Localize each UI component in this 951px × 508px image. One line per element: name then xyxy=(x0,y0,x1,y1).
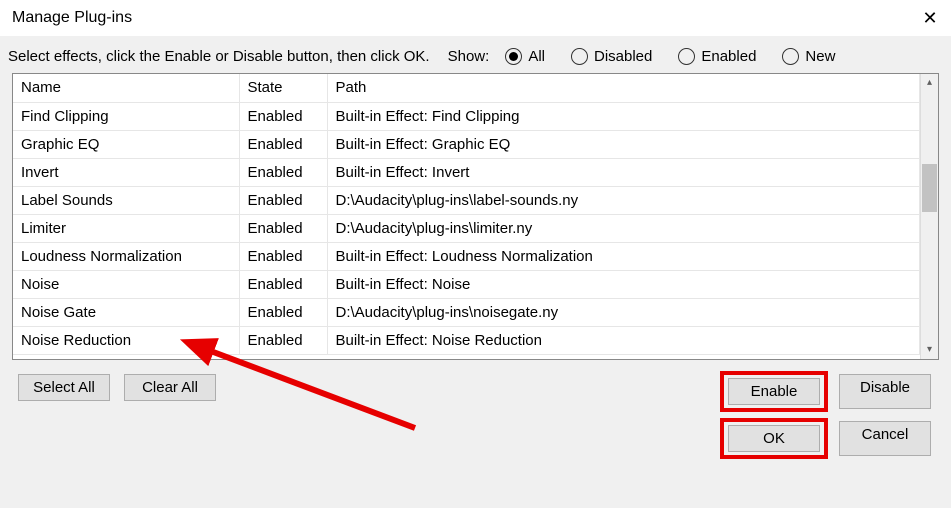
instruction-bar: Select effects, click the Enable or Disa… xyxy=(0,36,951,73)
table-row[interactable]: Loudness NormalizationEnabledBuilt-in Ef… xyxy=(13,242,920,270)
table-row[interactable]: NoiseEnabledBuilt-in Effect: Noise xyxy=(13,270,920,298)
enable-highlight: Enable xyxy=(723,374,825,409)
window-title: Manage Plug-ins xyxy=(12,9,132,27)
ok-highlight: OK xyxy=(723,421,825,456)
radio-label: Disabled xyxy=(594,48,652,65)
radio-all[interactable]: All xyxy=(505,48,545,65)
cell-path: Built-in Effect: Loudness Normalization xyxy=(327,242,920,270)
plugin-table-wrap: Name State Path Find ClippingEnabledBuil… xyxy=(12,73,939,360)
cell-path: D:\Audacity\plug-ins\noisegate.ny xyxy=(327,298,920,326)
cell-path: D:\Audacity\plug-ins\limiter.ny xyxy=(327,214,920,242)
table-row[interactable]: Noise GateEnabledD:\Audacity\plug-ins\no… xyxy=(13,298,920,326)
cell-state: Enabled xyxy=(239,326,327,354)
close-icon[interactable]: ✕ xyxy=(921,9,939,27)
radio-label: New xyxy=(805,48,835,65)
cell-state: Enabled xyxy=(239,270,327,298)
cell-name: Invert xyxy=(13,158,239,186)
clear-all-button[interactable]: Clear All xyxy=(124,374,216,401)
table-row[interactable]: InvertEnabledBuilt-in Effect: Invert xyxy=(13,158,920,186)
radio-disabled[interactable]: Disabled xyxy=(571,48,652,65)
ok-button[interactable]: OK xyxy=(728,425,820,452)
cell-name: Limiter xyxy=(13,214,239,242)
radio-icon xyxy=(505,48,522,65)
cell-name: Noise Gate xyxy=(13,298,239,326)
cell-path: D:\Audacity\plug-ins\label-sounds.ny xyxy=(327,186,920,214)
cell-state: Enabled xyxy=(239,102,327,130)
cell-state: Enabled xyxy=(239,130,327,158)
cell-state: Enabled xyxy=(239,242,327,270)
cell-state: Enabled xyxy=(239,158,327,186)
select-all-button[interactable]: Select All xyxy=(18,374,110,401)
plugin-table[interactable]: Name State Path Find ClippingEnabledBuil… xyxy=(13,74,920,355)
radio-icon xyxy=(678,48,695,65)
cell-path: Built-in Effect: Noise xyxy=(327,270,920,298)
cell-state: Enabled xyxy=(239,298,327,326)
cell-name: Noise xyxy=(13,270,239,298)
cell-name: Label Sounds xyxy=(13,186,239,214)
radio-enabled[interactable]: Enabled xyxy=(678,48,756,65)
radio-new[interactable]: New xyxy=(782,48,835,65)
instruction-text: Select effects, click the Enable or Disa… xyxy=(8,48,430,65)
table-row[interactable]: Find ClippingEnabledBuilt-in Effect: Fin… xyxy=(13,102,920,130)
disable-button[interactable]: Disable xyxy=(839,374,931,409)
cell-name: Find Clipping xyxy=(13,102,239,130)
scroll-down-icon[interactable]: ▾ xyxy=(921,341,938,359)
bottom-button-bar: Select All Clear All Enable Disable OK C… xyxy=(0,360,951,456)
table-row[interactable]: Noise ReductionEnabledBuilt-in Effect: N… xyxy=(13,326,920,354)
table-row[interactable]: LimiterEnabledD:\Audacity\plug-ins\limit… xyxy=(13,214,920,242)
col-header-state[interactable]: State xyxy=(239,74,327,102)
show-radio-group: All Disabled Enabled New xyxy=(505,48,835,65)
scroll-thumb[interactable] xyxy=(922,164,937,212)
vertical-scrollbar[interactable]: ▴ ▾ xyxy=(920,74,938,359)
cell-name: Graphic EQ xyxy=(13,130,239,158)
radio-icon xyxy=(782,48,799,65)
cell-path: Built-in Effect: Graphic EQ xyxy=(327,130,920,158)
col-header-name[interactable]: Name xyxy=(13,74,239,102)
cell-state: Enabled xyxy=(239,186,327,214)
radio-icon xyxy=(571,48,588,65)
table-row[interactable]: Label SoundsEnabledD:\Audacity\plug-ins\… xyxy=(13,186,920,214)
radio-label: All xyxy=(528,48,545,65)
cell-name: Loudness Normalization xyxy=(13,242,239,270)
title-bar: Manage Plug-ins ✕ xyxy=(0,0,951,36)
cancel-button[interactable]: Cancel xyxy=(839,421,931,456)
enable-button[interactable]: Enable xyxy=(728,378,820,405)
col-header-path[interactable]: Path xyxy=(327,74,920,102)
cell-name: Noise Reduction xyxy=(13,326,239,354)
table-row[interactable]: Graphic EQEnabledBuilt-in Effect: Graphi… xyxy=(13,130,920,158)
cell-path: Built-in Effect: Invert xyxy=(327,158,920,186)
scroll-up-icon[interactable]: ▴ xyxy=(921,74,938,92)
cell-state: Enabled xyxy=(239,214,327,242)
show-label: Show: xyxy=(448,48,490,65)
cell-path: Built-in Effect: Noise Reduction xyxy=(327,326,920,354)
radio-label: Enabled xyxy=(701,48,756,65)
cell-path: Built-in Effect: Find Clipping xyxy=(327,102,920,130)
